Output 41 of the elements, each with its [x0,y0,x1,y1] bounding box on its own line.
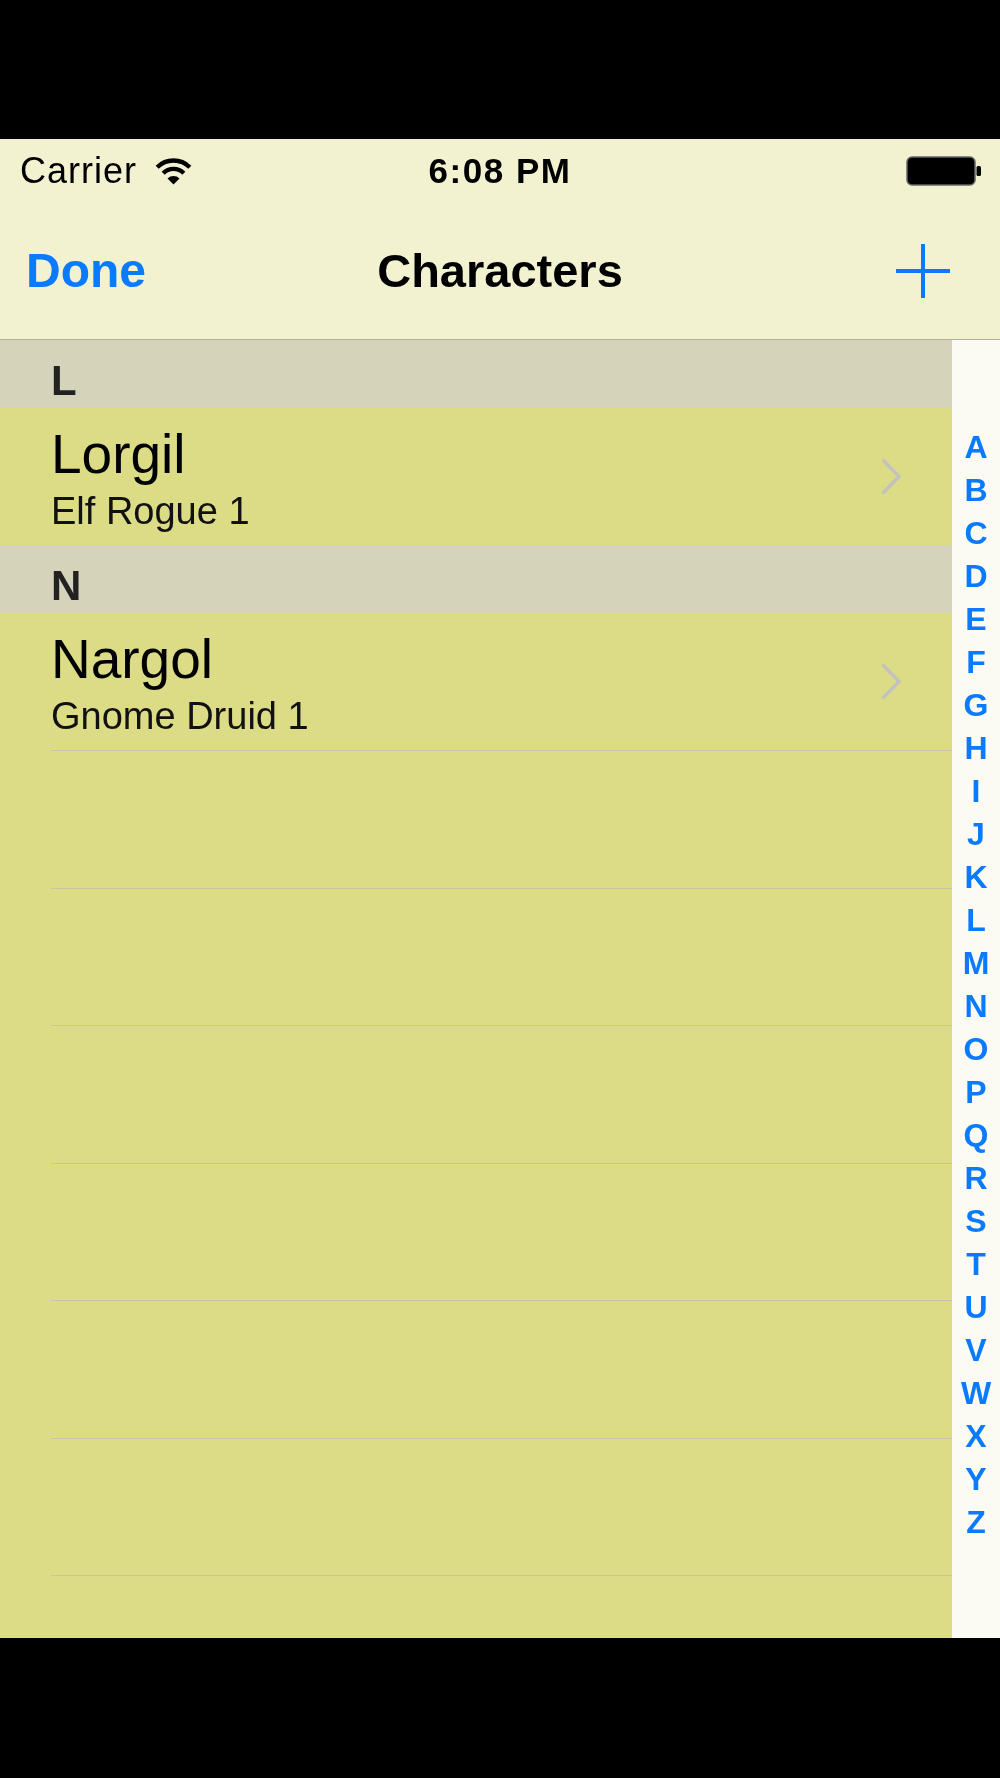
battery-icon [906,155,982,186]
index-letter[interactable]: D [964,555,988,598]
index-letter[interactable]: E [965,598,987,641]
index-letter[interactable]: P [965,1071,987,1114]
section-title: N [51,562,82,610]
index-letter[interactable]: B [964,469,988,512]
done-button[interactable]: Done [26,242,146,299]
index-letter[interactable]: L [966,899,986,942]
index-letter[interactable]: O [963,1028,989,1071]
plus-icon[interactable] [896,243,950,298]
chevron-icon [880,662,902,701]
index-letter[interactable]: I [971,770,981,813]
index-letter[interactable]: H [964,727,988,770]
index-letter[interactable]: V [965,1329,987,1372]
character-name: Lorgil [51,423,186,486]
clock-time: 6:08 PM [428,150,572,191]
character-class: Elf Rogue 1 [51,489,250,533]
index-letter[interactable]: F [966,641,986,684]
index-letter[interactable]: M [962,942,990,985]
index-letter[interactable]: K [964,856,988,899]
wifi-icon [155,156,192,185]
index-letter[interactable]: S [965,1200,987,1243]
index-letter[interactable]: T [966,1243,986,1286]
screen-title: Characters [377,242,623,299]
index-letter[interactable]: N [964,985,988,1028]
index-letter[interactable]: W [960,1372,992,1415]
character-name: Nargol [51,628,214,691]
index-letter[interactable]: J [967,813,985,856]
index-letter[interactable]: R [964,1157,988,1200]
index-letter[interactable]: A [964,426,988,469]
carrier-name: Carrier [20,150,137,191]
index-letter[interactable]: C [964,512,988,555]
index-letter[interactable]: Z [966,1501,986,1544]
index-letter[interactable]: X [965,1415,987,1458]
index-letter[interactable]: Y [965,1458,987,1501]
character-class: Gnome Druid 1 [51,694,309,738]
index-letter[interactable]: G [963,684,989,727]
section-title: L [51,357,77,405]
index-letter[interactable]: U [964,1286,988,1329]
chevron-icon [880,457,902,496]
index-letter[interactable]: Q [963,1114,989,1157]
